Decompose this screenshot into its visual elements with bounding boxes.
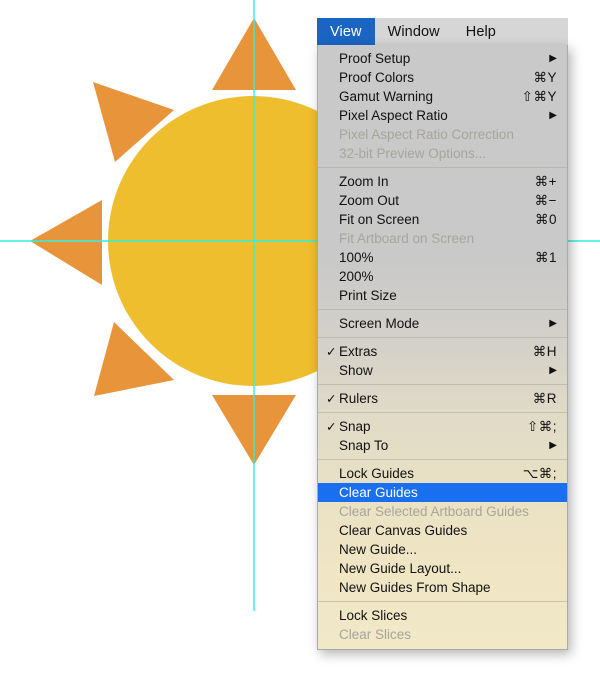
menu-item-100[interactable]: 100% ⌘1 [318, 248, 567, 267]
app-window: View Window Help Proof Setup ▶ Proof Colors ⌘… [0, 0, 600, 700]
menu-item-label: New Guides From Shape [339, 580, 491, 595]
menu-item-shortcut: ⌘− [534, 192, 557, 208]
menu-item-label: Zoom Out [339, 193, 400, 208]
menubar-item-view[interactable]: View [317, 18, 375, 45]
menu-item-label: Pixel Aspect Ratio Correction [339, 127, 514, 142]
menu-item-pixel-aspect-ratio-correction: Pixel Aspect Ratio Correction [318, 125, 567, 144]
menu-item-shortcut: ⌘1 [534, 249, 557, 265]
menu-item-label: New Guide... [339, 542, 418, 557]
menu-item-proof-setup[interactable]: Proof Setup ▶ [318, 49, 567, 68]
submenu-arrow-icon: ▶ [549, 439, 557, 451]
menu-separator [318, 601, 567, 602]
menu-item-label: Fit Artboard on Screen [339, 231, 475, 246]
menu-item-proof-colors[interactable]: Proof Colors ⌘Y [318, 68, 567, 87]
menu-item-shortcut: ⇧⌘Y [521, 88, 557, 104]
menu-item-shortcut: ⌘R [532, 390, 557, 406]
menu-item-lock-guides[interactable]: Lock Guides ⌥⌘; [318, 464, 567, 483]
checkmark-icon: ✓ [326, 344, 337, 359]
menu-item-clear-selected-artboard-guides: Clear Selected Artboard Guides [318, 502, 567, 521]
menu-item-new-guide-layout[interactable]: New Guide Layout... [318, 559, 567, 578]
menu-separator [318, 412, 567, 413]
menu-item-fit-artboard-on-screen: Fit Artboard on Screen [318, 229, 567, 248]
menu-item-label: Snap [339, 419, 371, 434]
menu-separator [318, 309, 567, 310]
menu-item-label: 100% [339, 250, 374, 265]
menu-item-print-size[interactable]: Print Size [318, 286, 567, 305]
menu-item-lock-slices[interactable]: Lock Slices [318, 606, 567, 625]
menu-separator [318, 459, 567, 460]
menu-item-label: Extras [339, 344, 378, 359]
menu-separator [318, 337, 567, 338]
menu-item-extras[interactable]: ✓ Extras ⌘H [318, 342, 567, 361]
menu-item-label: Gamut Warning [339, 89, 434, 104]
menu-item-label: Zoom In [339, 174, 389, 189]
menu-item-label: Clear Slices [339, 627, 412, 642]
menu-item-shortcut: ⌘+ [534, 173, 557, 189]
menu-item-label: Clear Selected Artboard Guides [339, 504, 529, 519]
menu-item-screen-mode[interactable]: Screen Mode ▶ [318, 314, 567, 333]
submenu-arrow-icon: ▶ [549, 317, 557, 329]
menu-item-32-bit-preview-options: 32-bit Preview Options... [318, 144, 567, 163]
menu-item-label: Print Size [339, 288, 397, 303]
menu-item-label: 32-bit Preview Options... [339, 146, 487, 161]
menu-item-label: Screen Mode [339, 316, 420, 331]
menu-item-shortcut: ⌥⌘; [522, 465, 557, 481]
menu-item-label: Pixel Aspect Ratio [339, 108, 448, 123]
menu-item-fit-on-screen[interactable]: Fit on Screen ⌘0 [318, 210, 567, 229]
menu-item-label: Fit on Screen [339, 212, 420, 227]
menu-item-shortcut: ⇧⌘; [526, 418, 557, 434]
checkmark-icon: ✓ [326, 419, 337, 434]
menu-item-shortcut: ⌘H [532, 343, 557, 359]
submenu-arrow-icon: ▶ [549, 109, 557, 121]
menu-item-200[interactable]: 200% [318, 267, 567, 286]
menu-item-clear-slices: Clear Slices [318, 625, 567, 644]
menu-separator [318, 167, 567, 168]
menu-item-snap[interactable]: ✓ Snap ⇧⌘; [318, 417, 567, 436]
menu-item-label: Proof Colors [339, 70, 415, 85]
menu-item-shortcut: ⌘Y [533, 69, 557, 85]
menu-item-new-guide[interactable]: New Guide... [318, 540, 567, 559]
menu-item-zoom-out[interactable]: Zoom Out ⌘− [318, 191, 567, 210]
menu-item-clear-guides[interactable]: Clear Guides [318, 483, 567, 502]
menubar-item-window[interactable]: Window [375, 18, 453, 45]
menu-item-label: Clear Guides [339, 485, 418, 500]
menu-separator [318, 384, 567, 385]
menu-item-label: New Guide Layout... [339, 561, 462, 576]
menu-item-pixel-aspect-ratio[interactable]: Pixel Aspect Ratio ▶ [318, 106, 567, 125]
view-dropdown-menu[interactable]: Proof Setup ▶ Proof Colors ⌘Y Gamut Warning ⇧… [317, 45, 568, 650]
menu-item-gamut-warning[interactable]: Gamut Warning ⇧⌘Y [318, 87, 567, 106]
menu-item-label: Lock Slices [339, 608, 408, 623]
menu-item-show[interactable]: Show ▶ [318, 361, 567, 380]
menu-item-label: Show [339, 363, 373, 378]
menu-item-clear-canvas-guides[interactable]: Clear Canvas Guides [318, 521, 567, 540]
menu-bar[interactable]: View Window Help [317, 18, 568, 45]
menu-item-label: Proof Setup [339, 51, 411, 66]
menu-item-new-guides-from-shape[interactable]: New Guides From Shape [318, 578, 567, 597]
ray-left[interactable] [30, 200, 102, 285]
menu-item-zoom-in[interactable]: Zoom In ⌘+ [318, 172, 567, 191]
submenu-arrow-icon: ▶ [549, 52, 557, 64]
menu-item-label: 200% [339, 269, 374, 284]
menu-item-shortcut: ⌘0 [534, 211, 557, 227]
menu-item-label: Clear Canvas Guides [339, 523, 468, 538]
menu-item-rulers[interactable]: ✓ Rulers ⌘R [318, 389, 567, 408]
submenu-arrow-icon: ▶ [549, 364, 557, 376]
menu-item-label: Rulers [339, 391, 379, 406]
menu-item-label: Lock Guides [339, 466, 415, 481]
menu-item-snap-to[interactable]: Snap To ▶ [318, 436, 567, 455]
checkmark-icon: ✓ [326, 391, 337, 406]
menu-item-label: Snap To [339, 438, 389, 453]
menubar-item-help[interactable]: Help [453, 18, 509, 45]
